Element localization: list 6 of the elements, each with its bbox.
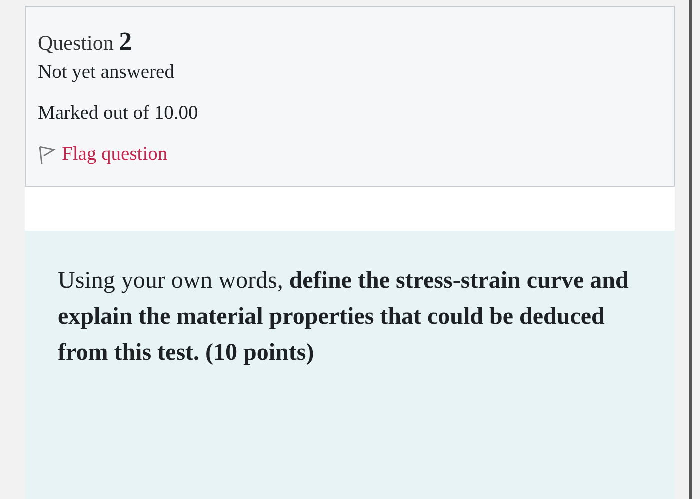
question-grade: Marked out of 10.00 — [38, 103, 200, 126]
question-number: Question 2 — [38, 27, 134, 58]
question-state: Not yet answered — [38, 62, 176, 86]
flag-question-link[interactable]: Flag question — [62, 144, 168, 166]
flag-icon[interactable] — [38, 145, 56, 165]
question-text: Using your own words, define the stress-strain curve and explain the material properties that could be deduced from this test. (10 points) — [58, 267, 630, 368]
